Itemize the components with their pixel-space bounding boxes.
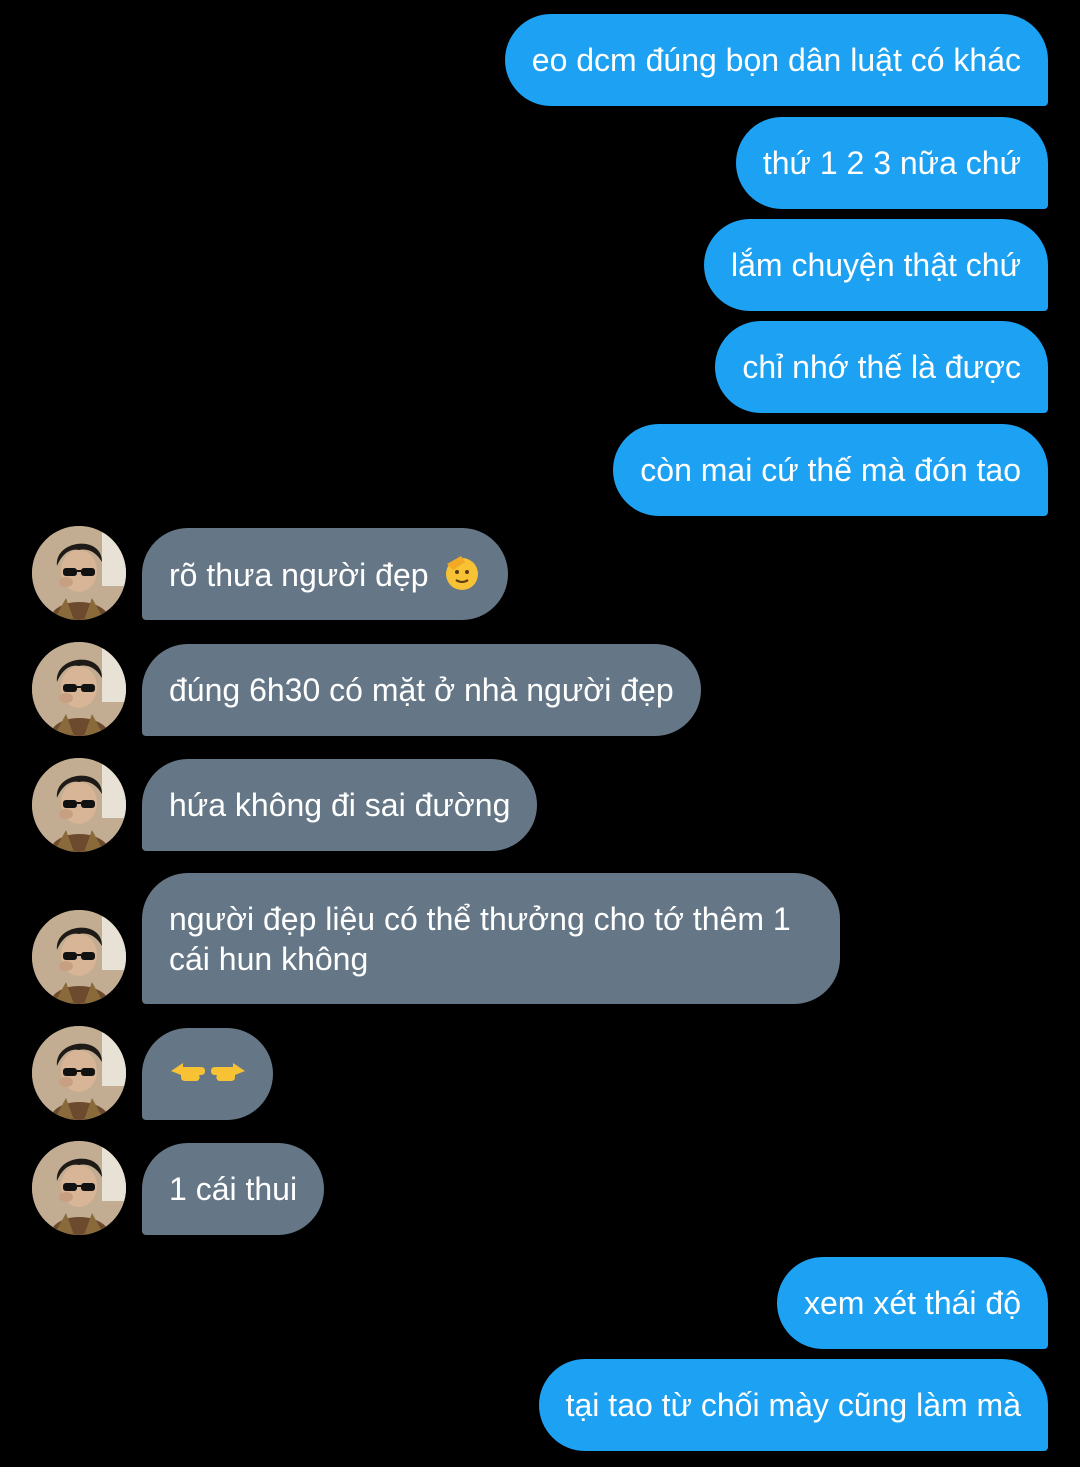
incoming-message-bubble[interactable]: đúng 6h30 có mặt ở nhà người đẹp	[142, 644, 701, 736]
saluting-face-emoji-icon	[443, 554, 481, 601]
message-text: thứ 1 2 3 nữa chứ	[762, 145, 1021, 181]
outgoing-message-bubble[interactable]: xem xét thái độ	[777, 1257, 1048, 1349]
avatar-icon	[32, 1026, 126, 1120]
message-text: xem xét thái độ	[804, 1285, 1021, 1321]
message-text: người đẹp liệu có thể thưởng cho tớ thêm…	[169, 901, 791, 977]
message-text: còn mai cứ thế mà đón tao	[640, 452, 1021, 488]
outgoing-message-bubble[interactable]: thứ 1 2 3 nữa chứ	[735, 117, 1048, 209]
sender-avatar[interactable]	[32, 526, 126, 620]
sender-avatar[interactable]	[32, 910, 126, 1004]
outgoing-message-bubble[interactable]: eo dcm đúng bọn dân luật có khác	[504, 14, 1048, 106]
message-text: đúng 6h30 có mặt ở nhà người đẹp	[169, 672, 674, 708]
sender-avatar[interactable]	[32, 642, 126, 736]
outgoing-message-bubble[interactable]: chỉ nhớ thế là được	[715, 321, 1048, 413]
sender-avatar[interactable]	[32, 1141, 126, 1235]
pointing-fingers-emoji-icon	[169, 1055, 247, 1098]
incoming-message-bubble[interactable]: rõ thưa người đẹp	[142, 528, 509, 620]
message-text: eo dcm đúng bọn dân luật có khác	[531, 42, 1021, 78]
avatar-icon	[32, 642, 126, 736]
avatar-icon	[32, 758, 126, 852]
message-text: tại tao từ chối mày cũng làm mà	[565, 1387, 1021, 1423]
message-text: rõ thưa người đẹp	[169, 556, 429, 593]
message-text: lắm chuyện thật chứ	[730, 247, 1021, 283]
message-text: hứa không đi sai đường	[169, 787, 511, 823]
message-text: chỉ nhớ thế là được	[742, 349, 1021, 385]
avatar-icon	[32, 526, 126, 620]
incoming-message-bubble[interactable]: hứa không đi sai đường	[142, 759, 538, 851]
avatar-icon	[32, 1141, 126, 1235]
avatar-icon	[32, 910, 126, 1004]
outgoing-message-bubble[interactable]: lắm chuyện thật chứ	[703, 219, 1048, 311]
incoming-message-bubble[interactable]	[142, 1028, 273, 1120]
incoming-message-bubble[interactable]: 1 cái thui	[142, 1143, 325, 1235]
outgoing-message-bubble[interactable]: tại tao từ chối mày cũng làm mà	[538, 1359, 1048, 1451]
message-text: 1 cái thui	[169, 1171, 298, 1207]
incoming-message-bubble[interactable]: người đẹp liệu có thể thưởng cho tớ thêm…	[142, 873, 840, 1004]
sender-avatar[interactable]	[32, 1026, 126, 1120]
sender-avatar[interactable]	[32, 758, 126, 852]
outgoing-message-bubble[interactable]: còn mai cứ thế mà đón tao	[613, 424, 1048, 516]
